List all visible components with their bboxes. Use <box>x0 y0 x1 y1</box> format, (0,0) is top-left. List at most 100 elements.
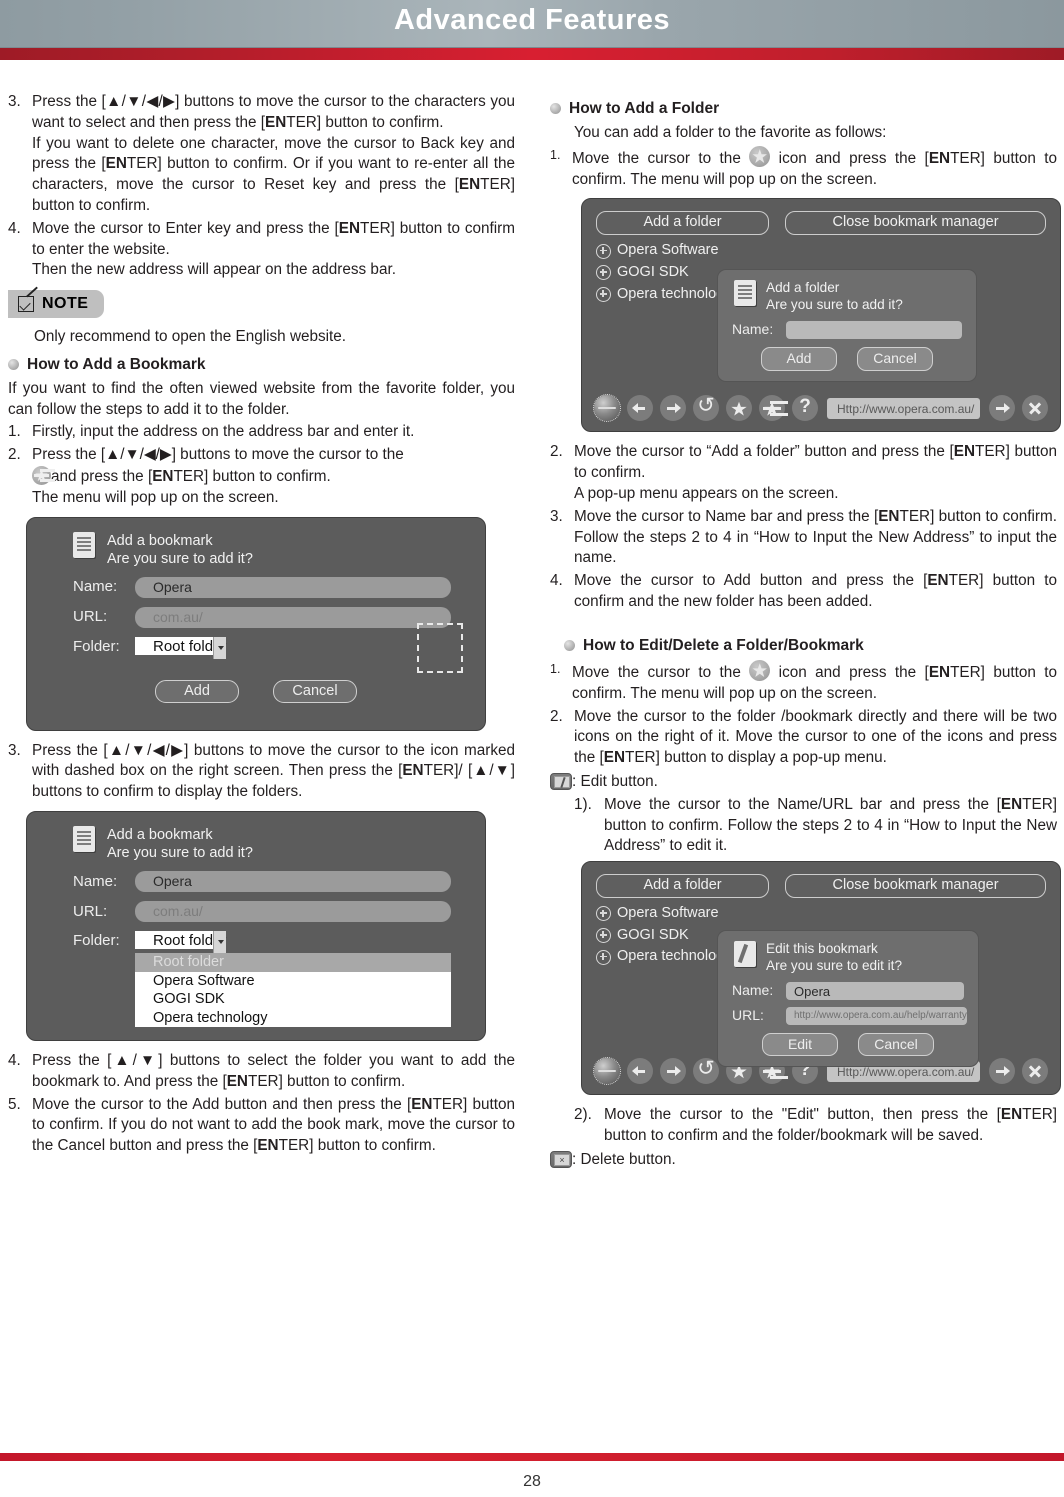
help-question-icon[interactable] <box>792 394 818 422</box>
folder-step-3: 3. Move the cursor to Name bar and press… <box>550 507 1057 569</box>
name-input[interactable]: Opera <box>135 871 451 893</box>
enter-key-bold: EN <box>152 467 174 485</box>
forward-arrow-icon[interactable] <box>660 1058 686 1085</box>
chevron-down-icon[interactable] <box>213 636 227 659</box>
cancel-button[interactable]: Cancel <box>857 347 933 371</box>
step-number: 4. <box>8 1051 21 1069</box>
edit-button[interactable]: Edit <box>762 1033 838 1057</box>
text-frag: Move the cursor to the Name/URL bar and … <box>604 795 1001 813</box>
add-bookmark-star-icon <box>32 465 51 485</box>
close-icon[interactable] <box>1022 395 1048 422</box>
text-frag: Move the cursor to the "Edit" button, th… <box>604 1106 1001 1124</box>
name-input[interactable]: Opera <box>135 576 451 598</box>
go-arrow-icon[interactable] <box>989 1058 1015 1085</box>
reload-icon[interactable] <box>693 395 719 422</box>
section-heading-add-bookmark: How to Add a Bookmark <box>8 354 515 375</box>
bookmarks-star-icon[interactable] <box>726 395 752 422</box>
name-row: Name: Opera <box>73 871 485 893</box>
text-frag: Move the cursor to the Add button and th… <box>32 1095 412 1113</box>
text-frag: Move the cursor to the <box>572 149 741 167</box>
step-2-line-1: Press the [▲/▼/◀/▶] buttons to move the … <box>32 445 515 466</box>
step-2-text: Move the cursor to the folder /bookmark … <box>574 707 1057 769</box>
expand-plus-icon[interactable] <box>596 906 611 922</box>
folder-option[interactable]: Root folder <box>135 953 451 972</box>
expand-plus-icon[interactable] <box>596 265 611 281</box>
globe-icon[interactable] <box>593 394 621 423</box>
enter-key-bold: EN <box>411 1095 433 1113</box>
cancel-button[interactable]: Cancel <box>858 1033 934 1057</box>
text-frag: icon and press the [ <box>778 663 929 681</box>
step-3-text: Press the [▲/▼/◀/▶] buttons to move the … <box>32 741 515 803</box>
folder-option[interactable]: Opera technology <box>135 1009 451 1028</box>
delete-button-caption: ×: Delete button. <box>550 1150 1057 1171</box>
favorites-star-icon <box>749 659 771 681</box>
note-label: NOTE <box>42 295 89 313</box>
address-bar[interactable]: Http://www.opera.com.au/ <box>827 397 980 419</box>
caption-text: : Delete button. <box>572 1150 676 1168</box>
step-4-paragraph-2: Then the new address will appear on the … <box>32 261 396 279</box>
add-folder-tab[interactable]: Add a folder <box>596 211 770 236</box>
text-frag: icon and press the [ <box>778 149 929 167</box>
tree-item[interactable]: Opera Software <box>596 241 1060 261</box>
folder-label: Folder: <box>73 638 120 656</box>
delete-x-icon: × <box>550 1150 572 1168</box>
step-number: 1. <box>550 147 561 162</box>
edit-step-1: 1. Move the cursor to the icon and press… <box>550 659 1057 705</box>
chevron-down-icon[interactable] <box>213 931 227 954</box>
heading-text: How to Add a Folder <box>569 100 720 117</box>
forward-arrow-icon[interactable] <box>660 395 686 422</box>
url-input[interactable]: http://www.opera.com.au/help/warranty <box>786 1006 967 1025</box>
url-input[interactable]: com.au/ <box>135 606 451 628</box>
tree-item[interactable]: Opera Software <box>596 904 1060 924</box>
bookmark-step-1: 1. Firstly, input the address on the add… <box>8 422 515 443</box>
globe-icon[interactable] <box>593 1057 621 1086</box>
add-bookmark-star-icon[interactable] <box>759 395 785 422</box>
edit-bookmark-popup: Edit this bookmark Are you sure to edit … <box>717 930 979 1068</box>
url-row: URL: http://www.opera.com.au/help/warran… <box>732 1006 968 1025</box>
folder-select[interactable]: Root folder <box>135 636 227 659</box>
reload-icon[interactable] <box>693 1058 719 1085</box>
edit-substep-2: 2). Move the cursor to the "Edit" button… <box>574 1105 1057 1147</box>
step-3-text: Move the cursor to Name bar and press th… <box>574 507 1057 569</box>
bullet-icon <box>8 358 19 370</box>
back-arrow-icon[interactable] <box>627 395 653 422</box>
folder-row: Folder: Root folder <box>73 622 485 673</box>
add-folder-intro: You can add a folder to the favorite as … <box>574 124 887 142</box>
tree-item-label: GOGI SDK <box>617 926 689 943</box>
close-icon[interactable] <box>1022 1058 1048 1085</box>
name-input[interactable] <box>786 320 962 339</box>
folder-label: Folder: <box>73 932 120 950</box>
cancel-button[interactable]: Cancel <box>273 679 357 704</box>
dpad-keys: ▲/▼/◀/▶ <box>105 93 176 110</box>
enter-key-bold: EN <box>1000 795 1023 813</box>
add-button[interactable]: Add <box>155 679 239 704</box>
add-bookmark-dialog-screenshot: Add a bookmark Are you sure to add it? N… <box>26 516 486 731</box>
go-arrow-icon[interactable] <box>989 395 1015 422</box>
url-input[interactable]: com.au/ <box>135 901 451 923</box>
folder-row: Folder: Root folder Root folder Opera So… <box>73 931 485 1028</box>
folder-option[interactable]: GOGI SDK <box>135 990 451 1009</box>
add-folder-tab[interactable]: Add a folder <box>596 874 770 898</box>
popup-header: Add a folder Are you sure to add it? <box>728 278 966 314</box>
close-bookmark-manager-tab[interactable]: Close bookmark manager <box>785 874 1047 898</box>
note-body: Only recommend to open the English websi… <box>34 327 347 345</box>
text-frag: TER] button to confirm. <box>173 467 331 485</box>
expand-plus-icon[interactable] <box>596 927 611 943</box>
back-arrow-icon[interactable] <box>627 1058 653 1085</box>
url-row: URL: com.au/ <box>73 901 485 923</box>
expand-plus-icon[interactable] <box>596 949 611 965</box>
step-number: 2. <box>550 443 563 461</box>
close-bookmark-manager-tab[interactable]: Close bookmark manager <box>785 211 1047 236</box>
folder-option[interactable]: Opera Software <box>135 972 451 991</box>
caption-text: : Edit button. <box>572 772 658 790</box>
dialog-actions: Add Cancel <box>27 679 485 704</box>
enter-key-bold: EN <box>1000 1106 1023 1124</box>
expand-plus-icon[interactable] <box>596 243 611 259</box>
left-step-3: 3. Press the [▲/▼/◀/▶] buttons to move t… <box>8 92 515 217</box>
folder-select[interactable]: Root folder <box>135 931 227 954</box>
expand-plus-icon[interactable] <box>596 286 611 302</box>
add-button[interactable]: Add <box>761 347 837 371</box>
left-step-4: 4. Move the cursor to Enter key and pres… <box>8 219 515 281</box>
name-input[interactable]: Opera <box>786 981 964 1000</box>
text-frag: Press the [ <box>32 741 108 759</box>
